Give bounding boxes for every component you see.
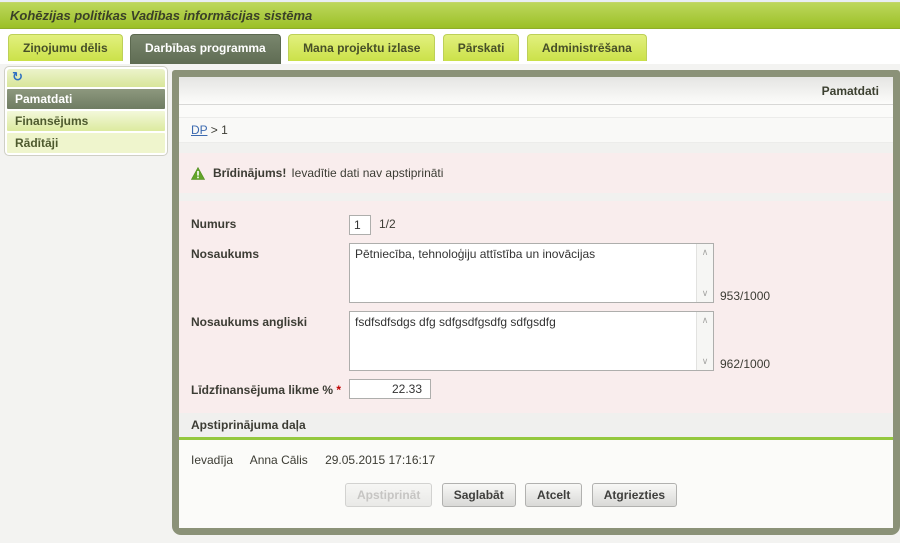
breadcrumb-current: 1	[221, 123, 228, 137]
entered-at-timestamp: 29.05.2015 17:16:17	[325, 453, 435, 467]
main-panel-inner: Pamatdati DP > 1 Brīdinājums! Ievadītie …	[179, 77, 893, 528]
form-row-likme: Līdzfinansējuma likme % *	[179, 375, 893, 403]
spacer	[179, 105, 893, 117]
sidebar-item-finansejums[interactable]: Finansējums	[7, 111, 165, 131]
nosaukums-angliski-char-counter: 962/1000	[720, 357, 770, 371]
sidebar-item-pamatdati[interactable]: Pamatdati	[7, 89, 165, 109]
scroll-up-icon[interactable]: ∧	[702, 315, 709, 326]
likme-label: Līdzfinansējuma likme % *	[191, 379, 349, 397]
app-title: Kohēzijas politikas Vadības informācijas…	[10, 8, 312, 23]
apstiprinat-button[interactable]: Apstiprināt	[345, 483, 432, 507]
entered-by-label: Ievadīja	[191, 453, 233, 467]
tab-zinojumu-delis[interactable]: Ziņojumu dēlis	[8, 34, 123, 61]
likme-input[interactable]	[349, 379, 431, 399]
atgriezties-button[interactable]: Atgriezties	[592, 483, 677, 507]
entered-by-row: Ievadīja Anna Cālis 29.05.2015 17:16:17	[179, 440, 893, 477]
refresh-icon[interactable]: ↻	[12, 69, 23, 84]
numurs-input[interactable]	[349, 215, 371, 235]
sidebar-toolbar: ↻	[7, 69, 165, 87]
warning-title: Brīdinājums!	[213, 166, 286, 180]
textarea-scrollbar[interactable]: ∧ ∨	[696, 244, 713, 302]
breadcrumb-link-dp[interactable]: DP	[191, 123, 207, 137]
tab-administresana[interactable]: Administrēšana	[527, 34, 647, 61]
scroll-up-icon[interactable]: ∧	[702, 247, 709, 258]
required-marker: *	[336, 383, 341, 397]
divider-band	[179, 193, 893, 201]
warning-message: Ievadītie dati nav apstiprināti	[291, 166, 443, 180]
tab-mana-projektu-izlase[interactable]: Mana projektu izlase	[288, 34, 435, 61]
nosaukums-char-counter: 953/1000	[720, 289, 770, 303]
textarea-scrollbar[interactable]: ∧ ∨	[696, 312, 713, 370]
form-row-nosaukums: Nosaukums Pētniecība, tehnoloģiju attīst…	[179, 239, 893, 307]
approval-section-header: Apstiprinājuma daļa	[179, 413, 893, 440]
tab-parskati[interactable]: Pārskati	[443, 34, 520, 61]
tab-bar: Ziņojumu dēlis Darbības programma Mana p…	[0, 29, 900, 64]
entered-by-name: Anna Cālis	[250, 453, 308, 467]
warning-icon	[191, 167, 205, 180]
scroll-down-icon[interactable]: ∨	[702, 356, 709, 367]
form-row-numurs: Numurs 1/2	[179, 209, 893, 239]
numurs-label: Numurs	[191, 213, 349, 231]
atcelt-button[interactable]: Atcelt	[525, 483, 582, 507]
warning-banner: Brīdinājums! Ievadītie dati nav apstipri…	[179, 153, 893, 193]
sidebar-item-raditaji[interactable]: Rādītāji	[7, 133, 165, 153]
nosaukums-label: Nosaukums	[191, 243, 349, 261]
breadcrumb-separator: >	[211, 123, 218, 137]
nosaukums-angliski-label: Nosaukums angliski	[191, 311, 349, 329]
numurs-suffix: 1/2	[379, 213, 396, 235]
tab-darbibas-programma[interactable]: Darbības programma	[130, 34, 281, 64]
form-row-nosaukums-angliski: Nosaukums angliski fsdfsdfsdgs dfg sdfgs…	[179, 307, 893, 375]
scroll-down-icon[interactable]: ∨	[702, 288, 709, 299]
saglabat-button[interactable]: Saglabāt	[442, 483, 516, 507]
button-row: Apstiprināt Saglabāt Atcelt Atgriezties	[179, 477, 893, 507]
likme-label-text: Līdzfinansējuma likme %	[191, 383, 333, 397]
main-panel: Pamatdati DP > 1 Brīdinājums! Ievadītie …	[172, 70, 900, 535]
sidebar: ↻ Pamatdati Finansējums Rādītāji	[4, 66, 168, 156]
app-header: Kohēzijas politikas Vadības informācijas…	[0, 2, 900, 29]
nosaukums-angliski-textarea[interactable]: fsdfsdfsdgs dfg sdfgsdfgsdfg sdfgsdfg	[349, 311, 714, 371]
content-area: ↻ Pamatdati Finansējums Rādītāji Pamatda…	[0, 64, 900, 543]
panel-title: Pamatdati	[179, 77, 893, 105]
breadcrumb: DP > 1	[179, 117, 893, 143]
form-area: Numurs 1/2 Nosaukums Pētniecība, tehnolo…	[179, 201, 893, 413]
nosaukums-textarea[interactable]: Pētniecība, tehnoloģiju attīstība un ino…	[349, 243, 714, 303]
divider-band	[179, 143, 893, 153]
